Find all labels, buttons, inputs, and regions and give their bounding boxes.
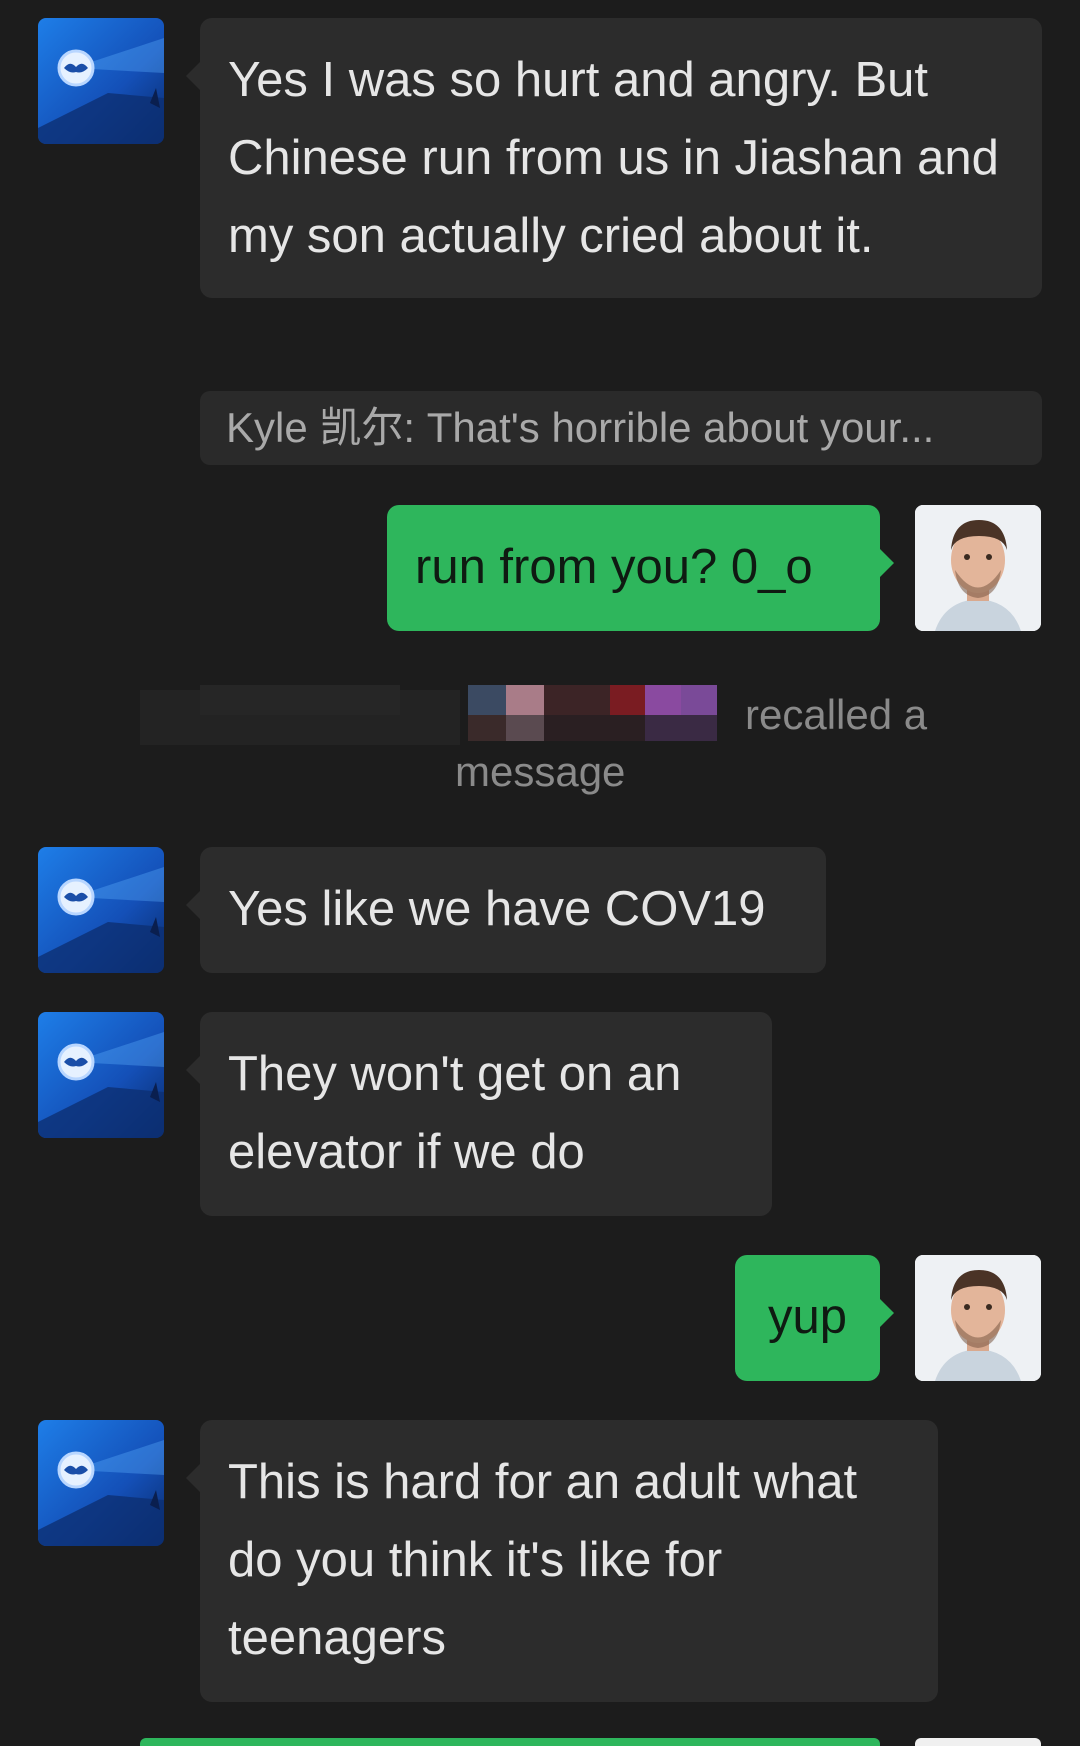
outgoing-message-bubble[interactable]: yup [735, 1255, 894, 1381]
self-avatar[interactable] [915, 1255, 1041, 1381]
quoted-reply-text: Kyle 凯尔: That's horrible about your... [226, 404, 935, 451]
incoming-message-bubble[interactable]: Yes I was so hurt and angry. But Chinese… [186, 18, 1042, 298]
incoming-message-bubble[interactable]: They won't get on an elevator if we do [186, 1012, 772, 1216]
man-portrait-icon [915, 505, 1041, 631]
message-text: This is hard for an adult what do you th… [228, 1455, 858, 1665]
recall-notice-text: recalled a [745, 691, 928, 738]
next-self-avatar-edge [915, 1738, 1041, 1746]
self-avatar[interactable] [915, 505, 1041, 631]
quoted-reply[interactable]: Kyle 凯尔: That's horrible about your... [200, 391, 1042, 465]
message-text: yup [767, 1290, 847, 1344]
message-text: Yes like we have COV19 [228, 882, 766, 936]
contact-avatar[interactable] [38, 1420, 164, 1546]
next-outgoing-bubble-edge [140, 1738, 880, 1746]
batman-signal-icon [38, 1012, 164, 1138]
batman-signal-icon [38, 1420, 164, 1546]
incoming-message-bubble[interactable]: Yes like we have COV19 [186, 847, 826, 973]
batman-signal-icon [38, 18, 164, 144]
batman-signal-icon [38, 847, 164, 973]
contact-avatar[interactable] [38, 1012, 164, 1138]
message-text: They won't get on an elevator if we do [228, 1047, 682, 1179]
man-portrait-icon [915, 1255, 1041, 1381]
message-text: run from you? 0_o [415, 540, 813, 594]
contact-avatar[interactable] [38, 847, 164, 973]
recall-notice-text-continued: message [455, 748, 626, 795]
message-text: Yes I was so hurt and angry. But Chinese… [228, 53, 999, 263]
recalled-message-notice: recalled a message [140, 680, 940, 800]
incoming-message-bubble[interactable]: This is hard for an adult what do you th… [186, 1420, 938, 1702]
contact-avatar[interactable] [38, 18, 164, 144]
pixelated-name [140, 685, 717, 745]
outgoing-message-bubble[interactable]: run from you? 0_o [387, 505, 894, 631]
